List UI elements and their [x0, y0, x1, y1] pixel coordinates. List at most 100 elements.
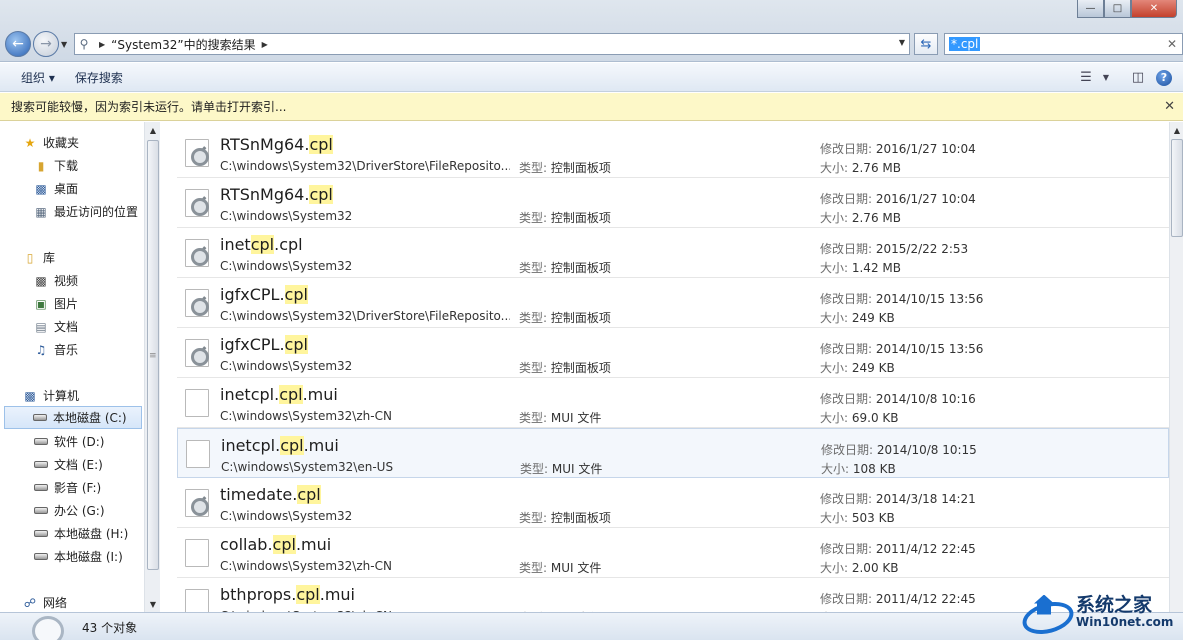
- scroll-up-icon[interactable]: ▲: [1170, 122, 1183, 138]
- search-results-list: RTSnMg64.cpl C:\windows\System32\DriverSt…: [160, 122, 1183, 612]
- file-size: 大小: 1.42 MB: [820, 259, 901, 276]
- file-size: 大小: 249 KB: [820, 309, 895, 326]
- sidebar-item-drive-h[interactable]: 本地磁盘 (H:): [33, 522, 160, 545]
- maximize-button[interactable]: □: [1104, 0, 1131, 18]
- file-modified-label: 修改日期:: [820, 542, 876, 556]
- scroll-up-icon[interactable]: ▲: [145, 122, 160, 138]
- close-button[interactable]: ✕: [1131, 0, 1177, 18]
- system-drive-icon: [32, 411, 48, 425]
- file-modified: 修改日期: 2014/10/8 10:15: [821, 441, 977, 458]
- file-path: C:\windows\System32\en-US: [221, 460, 394, 474]
- index-info-bar[interactable]: 搜索可能较慢，因为索引未运行。请单击打开索引... ✕: [0, 93, 1183, 121]
- file-modified-value: 2015/2/22 2:53: [875, 242, 969, 256]
- sidebar-item-drive-d[interactable]: 软件 (D:): [33, 430, 160, 453]
- file-size-label: 大小:: [820, 411, 852, 425]
- file-modified-label: 修改日期:: [820, 592, 876, 606]
- file-name[interactable]: collab.cpl.mui: [220, 535, 331, 554]
- chevron-right-icon[interactable]: ▶: [256, 40, 274, 49]
- sidebar-item-recent[interactable]: ▦ 最近访问的位置: [33, 200, 160, 223]
- minimize-button[interactable]: —: [1077, 0, 1104, 18]
- file-size-value: 2.00 KB: [851, 561, 899, 575]
- organize-button[interactable]: 组织 ▾: [0, 69, 65, 86]
- file-name-start: RTSnMg64.: [220, 185, 310, 204]
- table-row[interactable]: timedate.cpl C:\windows\System32 类型: 控制面板项…: [177, 478, 1169, 528]
- sidebar-item-network[interactable]: ☍ 网络: [22, 591, 160, 612]
- file-type-value: 控制面板项: [550, 161, 611, 175]
- back-button[interactable]: ←: [5, 31, 31, 57]
- file-modified-value: 2016/1/27 10:04: [875, 142, 976, 156]
- table-row[interactable]: igfxCPL.cpl C:\windows\System32 类型: 控制面板项 修…: [177, 328, 1169, 378]
- table-row[interactable]: inetcpl.cpl.mui C:\windows\System32\zh-CN…: [177, 378, 1169, 428]
- file-name[interactable]: igfxCPL.cpl: [220, 285, 308, 304]
- address-dropdown-icon[interactable]: ▼: [899, 38, 905, 47]
- sidebar-item-documents[interactable]: ▤ 文档: [33, 315, 160, 338]
- clear-search-icon[interactable]: ✕: [1167, 37, 1177, 51]
- file-modified: 修改日期: 2014/10/8 10:16: [820, 390, 976, 407]
- breadcrumb[interactable]: “System32”中的搜索结果: [111, 36, 255, 53]
- file-name[interactable]: inetcpl.cpl.mui: [220, 385, 338, 404]
- table-row[interactable]: igfxCPL.cpl C:\windows\System32\DriverSto…: [177, 278, 1169, 328]
- file-modified: 修改日期: 2016/1/27 10:04: [820, 140, 976, 157]
- sidebar-item-pictures[interactable]: ▣ 图片: [33, 292, 160, 315]
- sidebar-scrollbar[interactable]: ▲ ≡ ▼: [144, 122, 160, 612]
- file-modified-label: 修改日期:: [820, 242, 876, 256]
- file-name-end: .mui: [295, 535, 332, 554]
- file-name[interactable]: inetcpl.cpl.mui: [221, 436, 339, 455]
- info-bar-text: 搜索可能较慢，因为索引未运行。请单击打开索引...: [11, 100, 287, 114]
- file-type-label: 类型:: [519, 361, 551, 375]
- file-type-label: 类型:: [519, 161, 551, 175]
- preview-pane-icon[interactable]: ◫: [1125, 67, 1151, 89]
- file-name[interactable]: inetcpl.cpl: [220, 235, 303, 254]
- results-scrollbar[interactable]: ▲: [1169, 122, 1183, 612]
- file-type: 类型: 控制面板项: [519, 359, 611, 376]
- close-icon[interactable]: ✕: [1164, 99, 1175, 114]
- file-modified-label: 修改日期:: [820, 192, 876, 206]
- file-name-start: igfxCPL.: [220, 285, 285, 304]
- sidebar-item-drive-c[interactable]: 本地磁盘 (C:): [4, 406, 142, 429]
- refresh-button[interactable]: ⇆: [914, 33, 938, 55]
- sidebar-item-music[interactable]: ♫ 音乐: [33, 338, 160, 361]
- table-row[interactable]: RTSnMg64.cpl C:\windows\System32 类型: 控制面板项…: [177, 178, 1169, 228]
- table-row[interactable]: RTSnMg64.cpl C:\windows\System32\DriverSt…: [177, 128, 1169, 178]
- file-name[interactable]: RTSnMg64.cpl: [220, 135, 333, 154]
- file-name-start: inet: [220, 235, 251, 254]
- chevron-right-icon[interactable]: ▶: [93, 40, 111, 49]
- address-bar[interactable]: ⚲ ▶ “System32”中的搜索结果 ▶ ▼: [74, 33, 910, 55]
- search-input[interactable]: *.cpl ✕: [944, 33, 1183, 55]
- sidebar-item-desktop[interactable]: ▩ 桌面: [33, 177, 160, 200]
- sidebar-item-favorites[interactable]: ★ 收藏夹: [22, 131, 160, 154]
- table-row[interactable]: collab.cpl.mui C:\windows\System32\zh-CN 类…: [177, 528, 1169, 578]
- help-button[interactable]: ?: [1151, 67, 1177, 89]
- scroll-down-icon[interactable]: ▼: [145, 596, 160, 612]
- file-name[interactable]: RTSnMg64.cpl: [220, 185, 333, 204]
- control-panel-file-icon: [185, 489, 209, 517]
- recent-pages-dropdown[interactable]: ▼: [61, 40, 67, 49]
- forward-button[interactable]: →: [33, 31, 59, 57]
- file-name[interactable]: timedate.cpl: [220, 485, 321, 504]
- search-query[interactable]: *.cpl: [949, 37, 981, 51]
- status-bar: 43 个对象: [0, 612, 1183, 640]
- sidebar-item-drive-g[interactable]: 办公 (G:): [33, 499, 160, 522]
- view-options-icon[interactable]: ☰: [1073, 67, 1099, 89]
- music-icon: ♫: [35, 342, 47, 357]
- sidebar-item-videos[interactable]: ▩ 视频: [33, 269, 160, 292]
- file-type-value: MUI 文件: [550, 561, 602, 575]
- table-row[interactable]: inetcpl.cpl.mui C:\windows\System32\en-US…: [177, 428, 1169, 478]
- scrollbar-thumb[interactable]: [1171, 139, 1183, 237]
- site-logo-icon: [1018, 593, 1076, 633]
- file-name[interactable]: igfxCPL.cpl: [220, 335, 308, 354]
- sidebar-item-drive-e[interactable]: 文档 (E:): [33, 453, 160, 476]
- sidebar-item-computer[interactable]: ▩ 计算机: [22, 384, 160, 407]
- file-modified-label: 修改日期:: [820, 492, 876, 506]
- document-icon: ▤: [35, 319, 47, 334]
- sidebar-item-drive-f[interactable]: 影音 (F:): [33, 476, 160, 499]
- sidebar-item-libraries[interactable]: ▯ 库: [22, 246, 160, 269]
- table-row[interactable]: inetcpl.cpl C:\windows\System32 类型: 控制面板项 修…: [177, 228, 1169, 278]
- save-search-button[interactable]: 保存搜索: [65, 69, 133, 86]
- sidebar-item-drive-i[interactable]: 本地磁盘 (I:): [33, 545, 160, 568]
- file-path: C:\windows\System32: [220, 359, 353, 373]
- file-name[interactable]: bthprops.cpl.mui: [220, 585, 355, 604]
- view-dropdown-icon[interactable]: ▼: [1099, 67, 1113, 89]
- file-name-end: .mui: [302, 385, 338, 404]
- sidebar-item-downloads[interactable]: ▮ 下载: [33, 154, 160, 177]
